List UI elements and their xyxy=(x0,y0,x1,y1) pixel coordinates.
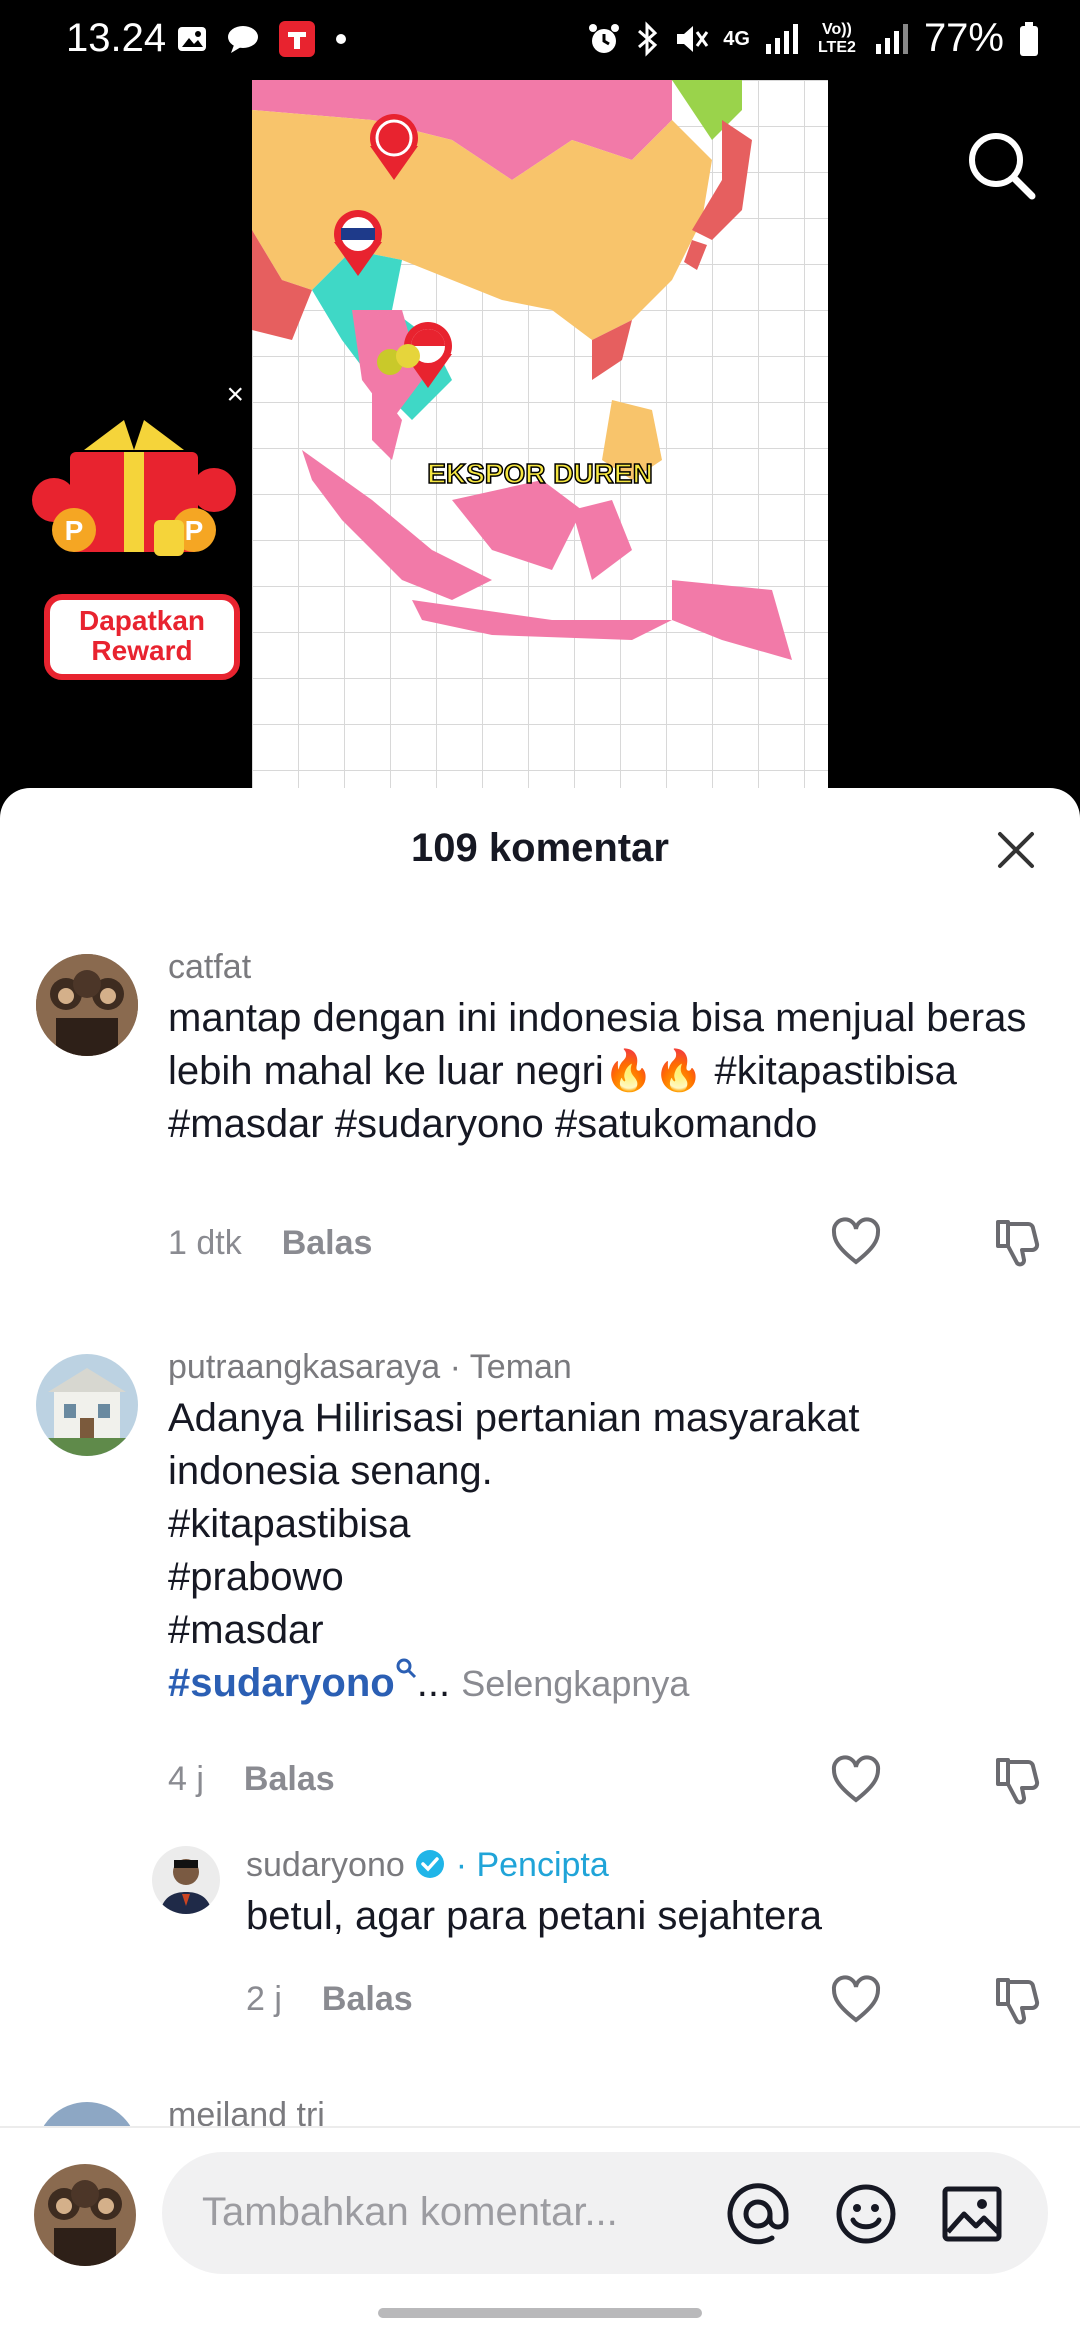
person-avatar-icon xyxy=(152,1846,220,1914)
notification-icons xyxy=(176,20,348,58)
signal-icon-2 xyxy=(875,23,908,54)
bluetooth-icon xyxy=(638,20,658,57)
my-avatar[interactable] xyxy=(34,2164,136,2266)
hashtag-link[interactable]: #sudaryono xyxy=(168,1658,417,1705)
status-time: 13.24 xyxy=(66,16,167,60)
monkey-avatar-icon xyxy=(34,2164,136,2266)
dislike-icon[interactable] xyxy=(990,1752,1046,1808)
comment-text: Adanya Hilirisasi pertanian masyarakat i… xyxy=(168,1392,1068,1710)
app-icon xyxy=(279,21,315,57)
alarm-icon xyxy=(589,23,620,53)
video-player[interactable]: EKSPOR DUREN × P P Dapatkan Reward xyxy=(0,80,1080,800)
avatar[interactable] xyxy=(36,1354,138,1456)
reply-button[interactable]: Balas xyxy=(282,1224,373,1262)
creator-badge: · Pencipta xyxy=(455,1846,609,1884)
reply-button[interactable]: Balas xyxy=(244,1760,335,1798)
comments-count-title: 109 komentar xyxy=(411,826,669,870)
search-icon xyxy=(396,1658,416,1679)
chat-icon xyxy=(228,26,258,53)
video-caption: EKSPOR DUREN xyxy=(426,457,653,490)
battery-icon xyxy=(1020,21,1038,56)
heart-icon[interactable] xyxy=(828,1972,884,2028)
search-icon[interactable] xyxy=(960,124,1044,208)
comment-time: 4 j xyxy=(168,1760,204,1798)
network-type: 4G xyxy=(723,27,750,50)
see-more-link[interactable]: Selengkapnya xyxy=(461,1663,689,1704)
comment-meta: 2 j Balas xyxy=(246,1980,413,2019)
gift-icon: P P xyxy=(32,420,236,556)
avatar[interactable] xyxy=(36,954,138,1056)
comment-meta: 4 j Balas xyxy=(168,1760,335,1799)
close-icon[interactable] xyxy=(988,822,1044,878)
emoji-icon[interactable] xyxy=(834,2182,898,2246)
dislike-icon[interactable] xyxy=(990,1214,1046,1270)
asia-map-illustration xyxy=(252,80,828,800)
mute-icon xyxy=(677,25,709,52)
comment-username: sudaryono · Pencipta xyxy=(246,1846,609,1884)
monkey-avatar-icon xyxy=(36,954,138,1056)
volte-label: Vo)) LTE2 xyxy=(817,20,856,56)
gallery-icon xyxy=(178,27,206,51)
dislike-icon[interactable] xyxy=(990,1972,1046,2028)
reward-widget[interactable]: × P P Dapatkan Reward xyxy=(24,380,244,680)
comment-input-pill xyxy=(162,2152,1048,2274)
battery-percent: 77% xyxy=(923,16,1004,60)
comment-username[interactable]: catfat xyxy=(168,948,251,987)
comment-time: 1 dtk xyxy=(168,1224,242,1262)
hashtag-line: #sudaryono... Selengkapnya xyxy=(168,1657,1068,1710)
heart-icon[interactable] xyxy=(828,1214,884,1270)
svg-text:P: P xyxy=(65,515,84,546)
verified-badge-icon xyxy=(416,1850,445,1878)
reward-label[interactable]: Dapatkan Reward xyxy=(44,594,240,680)
comment-text: betul, agar para petani sejahtera xyxy=(246,1894,822,1938)
heart-icon[interactable] xyxy=(828,1752,884,1808)
dot-icon xyxy=(336,34,346,44)
comments-sheet: 109 komentar catfat mantap dengan ini in… xyxy=(0,788,1080,2340)
reply-button[interactable]: Balas xyxy=(322,1980,413,2018)
comment-input[interactable] xyxy=(202,2182,722,2242)
system-icons: 4G Vo)) LTE2 77% xyxy=(587,16,1040,61)
status-bar: 13.24 4G Vo)) LTE2 77% xyxy=(0,0,1080,80)
image-icon[interactable] xyxy=(940,2182,1004,2246)
house-avatar-icon xyxy=(36,1354,138,1456)
comment-input-bar xyxy=(0,2126,1080,2340)
avatar[interactable] xyxy=(152,1846,220,1914)
home-indicator[interactable] xyxy=(378,2308,702,2318)
signal-icon xyxy=(765,23,798,54)
svg-text:P: P xyxy=(185,515,204,546)
video-map-frame: EKSPOR DUREN xyxy=(252,80,828,800)
comment-text: mantap dengan ini indonesia bisa menjual… xyxy=(168,996,1027,1146)
comment-time: 2 j xyxy=(246,1980,282,2018)
comment-meta: 1 dtk Balas xyxy=(168,1224,372,1263)
comment-username[interactable]: putraangkasaraya · Teman xyxy=(168,1348,572,1387)
mention-icon[interactable] xyxy=(726,2182,790,2246)
